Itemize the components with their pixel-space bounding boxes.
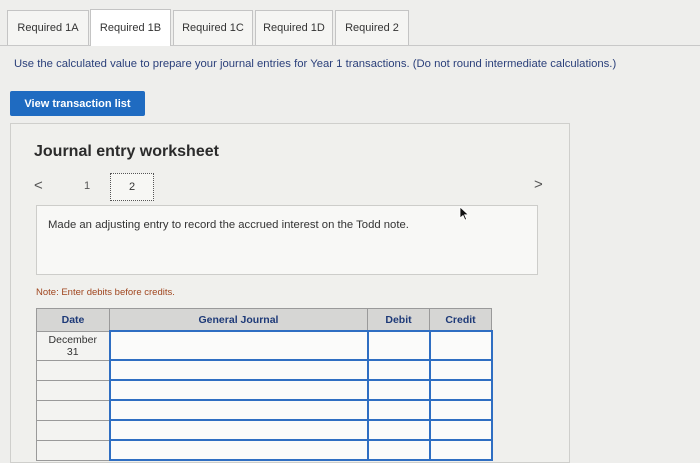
- table-header-row: Date General Journal Debit Credit: [36, 308, 492, 332]
- debit-input[interactable]: [366, 359, 431, 381]
- credit-input[interactable]: [428, 439, 493, 461]
- credit-input[interactable]: [428, 359, 493, 381]
- tab-required-1b[interactable]: Required 1B: [90, 9, 171, 46]
- credit-input[interactable]: [428, 330, 493, 361]
- col-header-debit: Debit: [367, 308, 430, 332]
- account-input[interactable]: [108, 359, 369, 381]
- date-cell: [36, 359, 110, 381]
- instructions-text: Use the calculated value to prepare your…: [14, 58, 617, 70]
- debit-input[interactable]: [366, 379, 431, 401]
- journal-entry-table: Date General Journal Debit Credit Decemb…: [36, 308, 493, 461]
- pager-page-1[interactable]: 1: [84, 180, 90, 192]
- entry-note: Note: Enter debits before credits.: [36, 287, 175, 298]
- account-input[interactable]: [108, 439, 369, 461]
- table-row: [36, 399, 493, 421]
- table-row: [36, 359, 493, 381]
- debit-input[interactable]: [366, 419, 431, 441]
- view-transaction-list-button[interactable]: View transaction list: [10, 91, 145, 116]
- credit-input[interactable]: [428, 379, 493, 401]
- account-input[interactable]: [108, 379, 369, 401]
- tab-required-2[interactable]: Required 2: [335, 10, 409, 45]
- date-cell: December 31: [36, 330, 110, 361]
- tab-required-1c[interactable]: Required 1C: [173, 10, 253, 45]
- col-header-date: Date: [36, 308, 110, 332]
- transaction-description: Made an adjusting entry to record the ac…: [48, 219, 409, 231]
- table-row: [36, 379, 493, 401]
- date-day: 31: [66, 345, 79, 358]
- debit-input[interactable]: [366, 330, 431, 361]
- date-cell: [36, 379, 110, 401]
- tab-required-1a[interactable]: Required 1A: [7, 10, 89, 45]
- mouse-cursor-icon: [459, 207, 470, 221]
- account-input[interactable]: [108, 419, 369, 441]
- table-row: [36, 419, 493, 441]
- date-cell: [36, 419, 110, 441]
- table-row: [36, 439, 493, 461]
- date-cell: [36, 399, 110, 421]
- tab-required-1d[interactable]: Required 1D: [255, 10, 333, 45]
- tab-bar: Required 1A Required 1B Required 1C Requ…: [0, 0, 700, 46]
- account-input[interactable]: [108, 330, 369, 361]
- date-cell: [36, 439, 110, 461]
- debit-input[interactable]: [366, 439, 431, 461]
- pager-next-icon[interactable]: >: [534, 176, 543, 193]
- table-row: December 31: [36, 330, 493, 361]
- credit-input[interactable]: [428, 399, 493, 421]
- col-header-general-journal: General Journal: [109, 308, 368, 332]
- pager-prev-icon[interactable]: <: [34, 177, 43, 194]
- pager-page-2[interactable]: 2: [110, 173, 154, 201]
- debit-input[interactable]: [366, 399, 431, 421]
- col-header-credit: Credit: [429, 308, 492, 332]
- account-input[interactable]: [108, 399, 369, 421]
- worksheet-title: Journal entry worksheet: [34, 143, 219, 160]
- credit-input[interactable]: [428, 419, 493, 441]
- pager-page-2-label: 2: [128, 181, 136, 193]
- date-month: December: [48, 333, 97, 346]
